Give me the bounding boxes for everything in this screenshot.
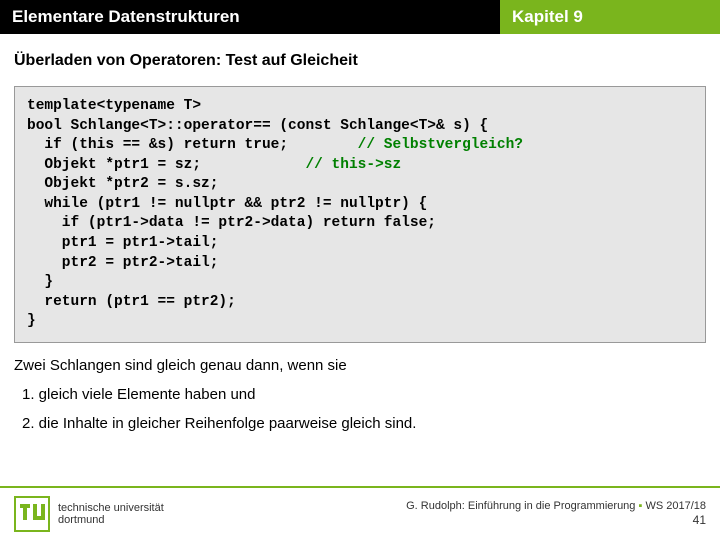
code-line: } bbox=[27, 313, 36, 329]
university-logo: technische universität dortmund bbox=[14, 496, 164, 532]
code-block: template<typename T> bool Schlange<T>::o… bbox=[14, 86, 706, 343]
page-number: 41 bbox=[406, 513, 706, 529]
header-title-left: Elementare Datenstrukturen bbox=[0, 0, 500, 34]
code-line: ptr1 = ptr1->tail; bbox=[27, 235, 218, 251]
term-label: WS 2017/18 bbox=[645, 500, 706, 512]
separator-icon: ▪ bbox=[638, 500, 642, 512]
subtitle: Überladen von Operatoren: Test auf Gleic… bbox=[14, 52, 706, 70]
header-title-right: Kapitel 9 bbox=[500, 0, 720, 34]
code-line: ptr2 = ptr2->tail; bbox=[27, 255, 218, 271]
code-line: if (ptr1->data != ptr2->data) return fal… bbox=[27, 215, 436, 231]
code-comment: // this->sz bbox=[305, 157, 401, 173]
slide-content: Überladen von Operatoren: Test auf Gleic… bbox=[0, 34, 720, 432]
paragraph: Zwei Schlangen sind gleich genau dann, w… bbox=[14, 357, 706, 374]
list-item: 1. gleich viele Elemente haben und bbox=[14, 386, 706, 403]
tu-logo-icon bbox=[14, 496, 50, 532]
code-line: Objekt *ptr1 = sz; bbox=[27, 157, 305, 173]
university-name: technische universität dortmund bbox=[58, 502, 164, 526]
header-bar: Elementare Datenstrukturen Kapitel 9 bbox=[0, 0, 720, 34]
code-line: template<typename T> bbox=[27, 98, 201, 114]
code-line: while (ptr1 != nullptr && ptr2 != nullpt… bbox=[27, 196, 427, 212]
list-item: 2. die Inhalte in gleicher Reihenfolge p… bbox=[14, 415, 706, 432]
uni-line2: dortmund bbox=[58, 514, 164, 526]
uni-line1: technische universität bbox=[58, 502, 164, 514]
credit-block: G. Rudolph: Einführung in die Programmie… bbox=[406, 499, 706, 529]
footer: technische universität dortmund G. Rudol… bbox=[0, 488, 720, 540]
code-line: return (ptr1 == ptr2); bbox=[27, 294, 236, 310]
code-line: } bbox=[27, 274, 53, 290]
code-comment: // Selbstvergleich? bbox=[358, 137, 523, 153]
author-credit: G. Rudolph: Einführung in die Programmie… bbox=[406, 500, 635, 512]
code-line: if (this == &s) return true; bbox=[27, 137, 358, 153]
code-line: bool Schlange<T>::operator== (const Schl… bbox=[27, 118, 488, 134]
code-line: Objekt *ptr2 = s.sz; bbox=[27, 176, 218, 192]
